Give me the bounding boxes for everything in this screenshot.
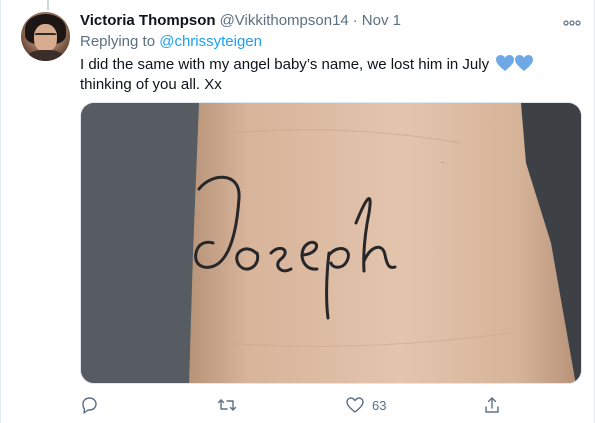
tweet-text: I did the same with my angel baby’s name…: [80, 55, 550, 95]
action-bar: 63: [80, 394, 580, 416]
share-button[interactable]: [483, 394, 501, 416]
retweet-icon[interactable]: [217, 396, 237, 414]
header-separator: ·: [352, 12, 358, 29]
retweet-button[interactable]: [217, 394, 237, 416]
tweet-text-line2: thinking of you all. Xx: [80, 76, 222, 93]
like-button[interactable]: 63: [346, 394, 386, 416]
reply-button[interactable]: [80, 394, 98, 416]
heart-icon[interactable]: [346, 396, 364, 414]
like-count: 63: [372, 397, 387, 413]
tweet-photo[interactable]: Joseph: [80, 102, 582, 384]
avatar[interactable]: [21, 12, 70, 61]
more-options-icon[interactable]: [563, 16, 581, 28]
blue-hearts-icon: [496, 55, 534, 72]
tweet-header: Victoria Thompson @Vikkithompson14 · Nov…: [80, 12, 401, 32]
replying-prefix: Replying to: [80, 33, 156, 50]
thread-line: [47, 0, 49, 10]
tweet-text-line1: I did the same with my angel baby’s name…: [80, 56, 490, 73]
replying-mention-link[interactable]: @chrissyteigen: [159, 33, 262, 50]
reply-icon[interactable]: [80, 396, 98, 414]
replying-to: Replying to @chrissyteigen: [80, 33, 262, 50]
tweet[interactable]: Victoria Thompson @Vikkithompson14 · Nov…: [0, 0, 595, 423]
tweet-date[interactable]: Nov 1: [362, 12, 401, 29]
share-icon[interactable]: [483, 396, 501, 414]
author-name[interactable]: Victoria Thompson: [80, 12, 216, 29]
author-handle[interactable]: @Vikkithompson14: [220, 12, 349, 29]
tattoo-text: Joseph: [440, 162, 445, 164]
